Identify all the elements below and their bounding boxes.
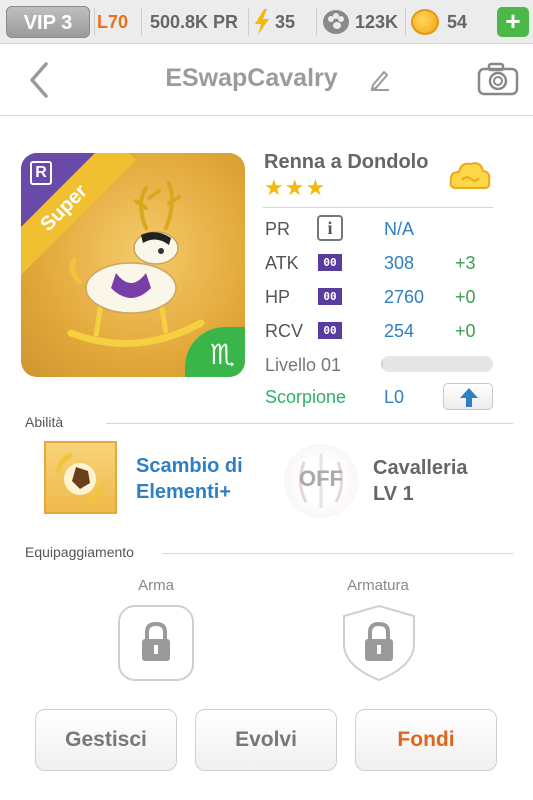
vip-badge[interactable]: VIP 3 — [6, 6, 90, 38]
stat-label-hp: HP — [265, 287, 291, 307]
arrow-up-icon — [460, 388, 478, 407]
creature-portrait[interactable]: R Super ♏ — [21, 153, 245, 377]
ability-name-line2: Elementi+ — [136, 481, 232, 503]
level-progress-fill — [381, 356, 384, 372]
ability-cavalry[interactable]: Cavalleria LV 1 — [373, 455, 468, 507]
scorpio-icon: ♏ — [209, 338, 235, 371]
energy-count: 35 — [275, 12, 296, 32]
add-coins-button[interactable]: + — [497, 7, 529, 37]
creature-name: Renna a Dondolo — [264, 151, 429, 173]
coin-count: 54 — [447, 12, 468, 32]
divider — [248, 8, 249, 36]
level-progress-bar — [381, 356, 493, 372]
divider — [106, 423, 513, 424]
page-title: ESwapCavalry — [165, 64, 338, 92]
player-level: L70 — [97, 12, 129, 32]
fuse-button[interactable]: Fondi — [355, 709, 497, 771]
stat-badge-atk: 00 — [318, 254, 342, 271]
ability-element-swap[interactable]: Scambio di Elementi+ — [136, 453, 243, 505]
upgrade-sign-button[interactable] — [443, 383, 493, 410]
stat-value-atk: 308 — [384, 253, 415, 273]
camera-icon[interactable] — [477, 62, 519, 96]
equipment-label: Equipaggiamento — [25, 544, 134, 560]
stat-bonus-rcv: +0 — [455, 321, 476, 341]
star-rating: ★★★ — [264, 176, 327, 201]
stat-value-pr: N/A — [384, 219, 415, 239]
rarity-badge: R — [30, 161, 52, 185]
divider — [141, 8, 142, 36]
abilities-label: Abilità — [25, 414, 64, 430]
cloud-icon — [449, 162, 491, 190]
coin-icon — [411, 9, 439, 35]
stat-badge-rcv: 00 — [318, 322, 342, 339]
divider — [94, 8, 95, 36]
level-label: Livello 01 — [265, 355, 342, 375]
weapon-slot[interactable] — [117, 604, 195, 682]
stat-label-atk: ATK — [265, 253, 299, 273]
status-bar: VIP 3 L70 500.8K PR 35 123K 54 + — [0, 0, 533, 44]
stat-badge-hp: 00 — [318, 288, 342, 305]
weapon-label: Arma — [138, 577, 174, 594]
paw-icon — [323, 10, 349, 34]
divider — [405, 8, 406, 36]
paw-count: 123K — [355, 12, 399, 32]
stat-value-rcv: 254 — [384, 321, 415, 341]
evolve-button[interactable]: Evolvi — [195, 709, 337, 771]
manage-button[interactable]: Gestisci — [35, 709, 177, 771]
armor-slot[interactable] — [340, 604, 418, 682]
cavalry-skill-icon[interactable]: OFF — [284, 444, 358, 518]
element-swap-icon[interactable] — [44, 441, 117, 514]
ability-name-line1: Scambio di — [136, 455, 243, 477]
divider — [263, 207, 493, 208]
lightning-icon — [255, 9, 269, 35]
pencil-icon[interactable] — [369, 67, 391, 91]
power-rating: 500.8K PR — [150, 12, 239, 32]
ability-name-line2: LV 1 — [373, 483, 414, 505]
off-label: OFF — [299, 466, 343, 491]
zodiac-sign-label: Scorpione — [265, 387, 347, 407]
divider — [162, 553, 513, 554]
stat-value-hp: 2760 — [384, 287, 425, 307]
stat-label-rcv: RCV — [265, 321, 304, 341]
zodiac-sign-level: L0 — [384, 387, 405, 407]
stat-label-pr: PR — [265, 219, 291, 239]
header: ESwapCavalry — [0, 44, 533, 116]
info-icon[interactable]: i — [317, 215, 343, 241]
ability-name-line1: Cavalleria — [373, 457, 468, 479]
armor-label: Armatura — [347, 577, 409, 594]
stat-bonus-hp: +0 — [455, 287, 476, 307]
divider — [316, 8, 317, 36]
stat-bonus-atk: +3 — [455, 253, 476, 273]
